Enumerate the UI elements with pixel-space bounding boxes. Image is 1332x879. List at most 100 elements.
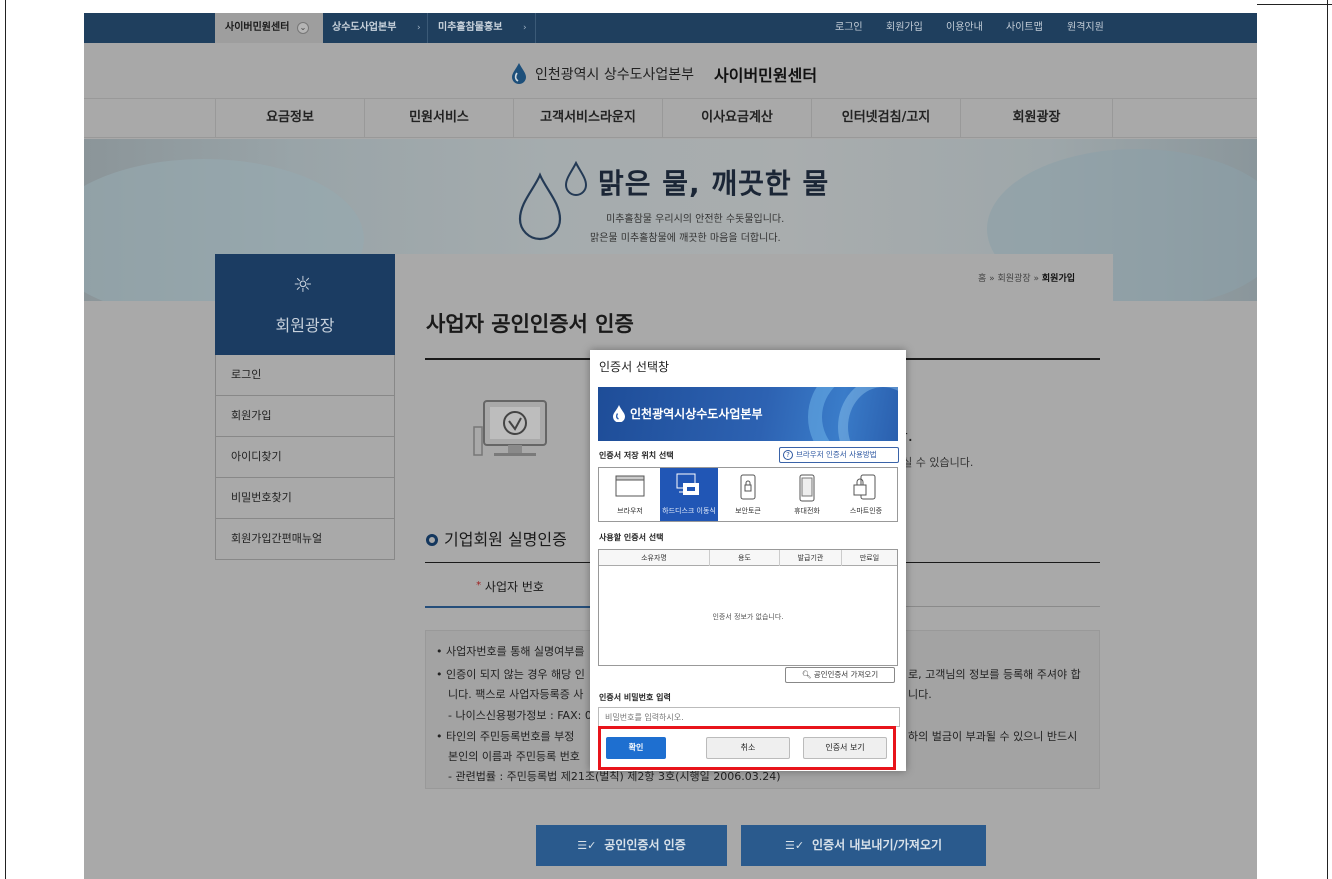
storage-smart-auth-label: 스마트인증: [849, 507, 883, 515]
notice-line: • 인증이 되지 않는 경우 해당 인: [436, 668, 585, 681]
column-usage[interactable]: 용도: [709, 550, 779, 566]
sidebar-item-find-id[interactable]: 아이디찾기: [215, 437, 395, 478]
storage-security-token[interactable]: 보안토큰: [719, 468, 777, 521]
arrow-right-icon: ›: [417, 23, 421, 33]
search-icon: 🔍︎: [801, 670, 814, 679]
nav-customer-lounge[interactable]: 고객서비스라운지: [513, 99, 662, 137]
sidebar-item-signup-manual[interactable]: 회원가입간편매뉴얼: [215, 519, 395, 560]
howto-label: 브라우저 인증서 사용방법: [796, 450, 877, 459]
cert-select-dialog: 인증서 선택창 인천광역시상수도사업본부 인증서 저장 위치 선택 ? 브라우저 …: [590, 350, 906, 771]
import-cert-button[interactable]: 🔍︎ 공인인증서 가져오기: [785, 667, 895, 683]
frame-right-border: [1327, 0, 1328, 879]
column-owner[interactable]: 소유자명: [599, 550, 709, 566]
column-expiry[interactable]: 만료일: [841, 550, 897, 566]
dialog-title: 인증서 선택창: [599, 360, 670, 374]
cert-table-header: 소유자명 용도 발급기관 만료일: [599, 550, 897, 566]
cert-password-input[interactable]: [598, 707, 900, 727]
link-signup[interactable]: 회원가입: [886, 13, 923, 43]
divider: [427, 13, 428, 43]
nav-fee-info[interactable]: 요금정보: [215, 99, 364, 137]
tab-cyber-center-label: 사이버민원센터: [225, 22, 290, 33]
harddisk-icon: [676, 473, 699, 495]
ring-bullet-icon: [426, 534, 438, 546]
sun-icon: ☼: [293, 273, 313, 298]
link-login[interactable]: 로그인: [835, 13, 863, 43]
browser-cert-howto-button[interactable]: ? 브라우저 인증서 사용방법: [779, 447, 899, 463]
nav-member-plaza[interactable]: 회원광장: [960, 99, 1113, 137]
breadcrumb-current: 회원가입: [1041, 274, 1076, 284]
tab-business-number-label: 사업자 번호: [484, 580, 544, 594]
tab-water-works[interactable]: 상수도사업본부: [332, 13, 396, 43]
storage-selector: 브라우저 하드디스크 이동식 보안토큰 휴대전화 스마트인증: [598, 467, 898, 522]
question-icon: ?: [783, 450, 793, 460]
security-token-icon: [740, 474, 756, 500]
site-header: 인천광역시 상수도사업본부 사이버민원센터: [84, 43, 1257, 98]
dialog-banner-text: 인천광역시상수도사업본부: [630, 407, 763, 421]
nav-moving-fee-calc[interactable]: 이사요금계산: [662, 99, 811, 137]
sidebar-item-find-password[interactable]: 비밀번호찾기: [215, 478, 395, 519]
nav-internet-meter[interactable]: 인터넷검침/고지: [811, 99, 960, 137]
notice-line: • 사업자번호를 통해 실명여부를: [436, 645, 585, 658]
section-title-text: 기업회원 실명인증: [444, 530, 567, 549]
checklist-icon: ☰✓: [784, 839, 805, 852]
import-cert-label: 공인인증서 가져오기: [813, 670, 879, 679]
frame-top-border: [1257, 4, 1332, 5]
nav-civil-service[interactable]: 민원서비스: [364, 99, 513, 137]
link-sitemap[interactable]: 사이트맵: [1006, 13, 1043, 43]
storage-browser-label: 브라우저: [617, 507, 643, 515]
column-issuer[interactable]: 발급기관: [779, 550, 841, 566]
storage-security-token-label: 보안토큰: [735, 507, 761, 515]
sidebar-title: 회원광장: [275, 316, 335, 335]
storage-harddisk-label: 하드디스크 이동식: [662, 507, 716, 515]
link-guide[interactable]: 이용안내: [946, 13, 983, 43]
cert-export-label: 인증서 내보내기/가져오기: [812, 838, 943, 852]
breadcrumb: 홈 » 회원광장 » 회원가입: [978, 271, 1075, 284]
tab-cyber-center[interactable]: 사이버민원센터 ⌄: [215, 13, 323, 43]
water-drops-icon: [518, 161, 588, 241]
mobile-phone-icon: [799, 474, 815, 502]
sidebar-item-login[interactable]: 로그인: [215, 355, 395, 396]
cert-export-import-button[interactable]: ☰✓ 인증서 내보내기/가져오기: [741, 825, 986, 866]
notice-line: 본인의 이름과 주민등록 번호: [448, 750, 580, 763]
required-mark: *: [476, 580, 482, 591]
hero-line-1: 미추홀참물 우리시의 안전한 수돗물입니다.: [606, 214, 785, 225]
storage-browser[interactable]: 브라우저: [601, 468, 659, 521]
notice-line: 로, 고객님의 정보를 등록해 주셔야 합: [908, 668, 1081, 681]
divider: [535, 13, 536, 43]
cert-auth-button[interactable]: ☰✓ 공인인증서 인증: [536, 825, 727, 866]
storage-mobile-phone-label: 휴대전화: [794, 507, 820, 515]
top-utility-bar: 사이버민원센터 ⌄ 상수도사업본부 › 미추홀참물홍보 › 로그인 회원가입 이…: [84, 13, 1257, 43]
link-remote-support[interactable]: 원격지원: [1067, 13, 1104, 43]
password-label: 인증서 비밀번호 입력: [599, 693, 671, 702]
storage-harddisk[interactable]: 하드디스크 이동식: [660, 468, 718, 521]
sidebar-item-signup[interactable]: 회원가입: [215, 396, 395, 437]
sidebar-menu: 로그인 회원가입 아이디찾기 비밀번호찾기 회원가입간편매뉴얼: [215, 355, 395, 560]
tab-michuhol-pr[interactable]: 미추홀참물홍보: [438, 13, 502, 43]
arrow-right-icon: ›: [523, 23, 527, 33]
highlight-box: [598, 726, 896, 770]
cert-select-label: 사용할 인증서 선택: [599, 533, 664, 542]
water-drop-logo-icon[interactable]: [510, 62, 528, 84]
tab-business-number[interactable]: * 사업자 번호: [425, 564, 595, 608]
storage-smart-auth[interactable]: 스마트인증: [837, 468, 895, 521]
main-navigation: 요금정보 민원서비스 고객서비스라운지 이사요금계산 인터넷검침/고지 회원광장: [84, 98, 1257, 138]
chevron-circle-icon: ⌄: [297, 22, 309, 34]
cert-table: 소유자명 용도 발급기관 만료일 인증서 정보가 없습니다.: [598, 549, 898, 666]
breadcrumb-separator: »: [989, 274, 998, 284]
cert-table-empty-message: 인증서 정보가 없습니다.: [712, 613, 784, 621]
hero-line-2: 맑은물 미추홀참물에 깨끗한 마음을 더합니다.: [590, 233, 781, 244]
breadcrumb-separator: »: [1033, 274, 1042, 284]
notice-line: 니다.: [908, 688, 932, 701]
storage-mobile-phone[interactable]: 휴대전화: [778, 468, 836, 521]
header-subtitle: 인천광역시 상수도사업본부: [535, 67, 695, 83]
notice-line: • 타인의 주민등록번호를 부정: [436, 730, 575, 743]
header-title[interactable]: 사이버민원센터: [714, 62, 817, 86]
breadcrumb-section[interactable]: 회원광장: [998, 274, 1031, 284]
breadcrumb-home[interactable]: 홈: [978, 274, 986, 284]
water-drop-logo-icon: [613, 405, 625, 422]
cert-auth-label: 공인인증서 인증: [604, 838, 686, 852]
notice-line: 하의 벌금이 부과될 수 있으니 반드시: [908, 730, 1078, 743]
sidebar-header: ☼ 회원광장: [215, 254, 395, 355]
frame-left-border: [5, 0, 6, 879]
banner-decoration: [838, 387, 898, 441]
